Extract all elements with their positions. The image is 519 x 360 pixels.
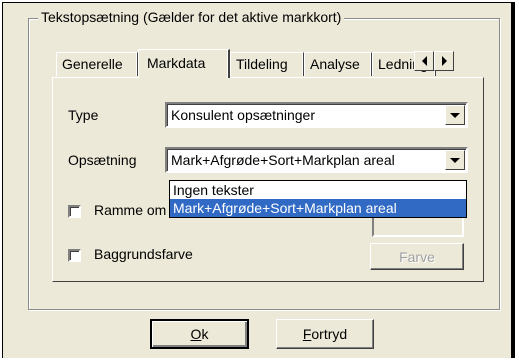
tab-generelle[interactable]: Generelle bbox=[56, 52, 138, 76]
ok-label-rest: k bbox=[201, 326, 209, 342]
tab-scroll-buttons bbox=[414, 51, 454, 71]
triangle-right-icon bbox=[441, 56, 447, 66]
tab-tildeling[interactable]: Tildeling bbox=[230, 52, 304, 76]
tab-markdata[interactable]: Markdata bbox=[138, 49, 230, 78]
dropdown-option-ingen-tekster[interactable]: Ingen tekster bbox=[170, 181, 466, 199]
ramme-checkbox[interactable] bbox=[68, 205, 81, 218]
baggrundsfarve-label: Baggrundsfarve bbox=[94, 246, 193, 262]
opsaetning-label: Opsætning bbox=[68, 152, 137, 168]
window-edge bbox=[512, 2, 515, 358]
opsaetning-value: Mark+Afgrøde+Sort+Markplan areal bbox=[171, 152, 395, 168]
tab-scroll-right-button[interactable] bbox=[434, 51, 454, 71]
tab-analyse[interactable]: Analyse bbox=[304, 52, 372, 76]
ramme-label: Ramme om bbox=[94, 202, 167, 218]
ok-mnemonic: O bbox=[190, 326, 202, 342]
opsaetning-dropdown-list: Ingen tekster Mark+Afgrøde+Sort+Markplan… bbox=[169, 180, 467, 218]
type-combobox[interactable]: Konsulent opsætninger bbox=[165, 102, 468, 128]
cancel-mnemonic: F bbox=[302, 326, 312, 342]
farve-button[interactable]: Farve bbox=[370, 243, 464, 270]
ok-button[interactable]: Ok bbox=[150, 319, 249, 349]
opsaetning-combobox[interactable]: Mark+Afgrøde+Sort+Markplan areal bbox=[165, 147, 468, 173]
opsaetning-dropdown-button[interactable] bbox=[445, 150, 465, 170]
triangle-left-icon bbox=[421, 56, 427, 66]
groupbox-title: Tekstopsætning (Gælder for det aktive ma… bbox=[38, 9, 345, 25]
chevron-down-icon bbox=[450, 157, 460, 163]
dropdown-option-mark-afgroede[interactable]: Mark+Afgrøde+Sort+Markplan areal bbox=[170, 199, 466, 217]
tab-scroll-left-button[interactable] bbox=[414, 51, 434, 71]
baggrundsfarve-checkbox[interactable] bbox=[68, 249, 81, 262]
cancel-label-rest: ortryd bbox=[311, 326, 348, 342]
chevron-down-icon bbox=[450, 112, 460, 118]
type-value: Konsulent opsætninger bbox=[171, 107, 315, 123]
type-dropdown-button[interactable] bbox=[445, 105, 465, 125]
cancel-button[interactable]: Fortryd bbox=[276, 319, 374, 349]
type-label: Type bbox=[68, 107, 99, 123]
